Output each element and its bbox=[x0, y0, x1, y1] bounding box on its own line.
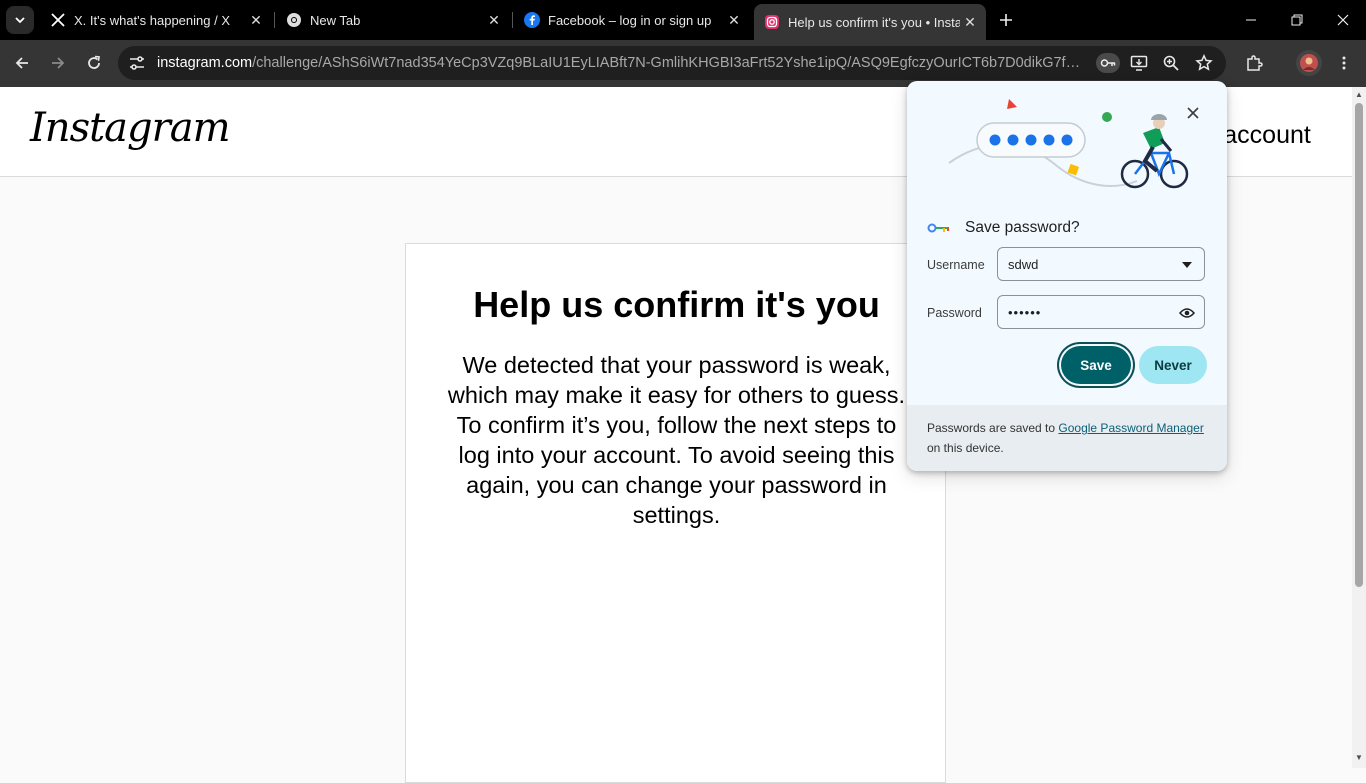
browser-menu-button[interactable] bbox=[1330, 49, 1358, 77]
facebook-icon bbox=[524, 12, 540, 28]
url-path: /challenge/AShS6iWt7nad354YeCp3VZq9BLaIU… bbox=[252, 55, 1087, 71]
scroll-up-icon[interactable]: ▲ bbox=[1354, 90, 1364, 100]
instagram-icon bbox=[764, 14, 780, 30]
puzzle-icon bbox=[1247, 55, 1263, 71]
chrome-icon bbox=[286, 12, 302, 28]
challenge-card: Help us confirm it's you We detected tha… bbox=[405, 243, 946, 783]
tab-search-button[interactable] bbox=[6, 6, 34, 34]
close-icon bbox=[1187, 107, 1199, 119]
bookmark-star-icon[interactable] bbox=[1195, 53, 1213, 77]
tab-facebook[interactable]: Facebook – log in or sign up ✕ bbox=[514, 4, 750, 36]
extensions-button[interactable] bbox=[1240, 49, 1268, 77]
close-window-button[interactable] bbox=[1320, 0, 1366, 40]
page-scrollbar[interactable]: ▲ ▼ bbox=[1352, 87, 1366, 768]
cyclist-illustration bbox=[948, 99, 1189, 189]
close-icon bbox=[1337, 14, 1349, 26]
username-field[interactable]: sdwd bbox=[997, 247, 1205, 281]
reload-icon bbox=[88, 55, 100, 69]
browser-toolbar: instagram.com/challenge/AShS6iWt7nad354Y… bbox=[0, 40, 1366, 87]
tab-close-icon[interactable]: ✕ bbox=[960, 12, 980, 32]
password-value: •••••• bbox=[1008, 305, 1042, 320]
address-bar[interactable]: instagram.com/challenge/AShS6iWt7nad354Y… bbox=[118, 46, 1226, 80]
dropdown-arrow-icon[interactable] bbox=[1178, 256, 1196, 274]
instagram-logo[interactable]: Instagram bbox=[30, 105, 231, 151]
dialog-close-button[interactable] bbox=[1181, 101, 1205, 125]
google-key-icon bbox=[927, 223, 949, 233]
tab-title: Help us confirm it's you • Instagram bbox=[788, 14, 960, 30]
url-text[interactable]: instagram.com/challenge/AShS6iWt7nad354Y… bbox=[157, 55, 1087, 71]
tab-strip: X. It's what's happening / X ✕ New Tab ✕… bbox=[0, 0, 1366, 40]
dialog-title: Save password? bbox=[965, 219, 1080, 236]
save-password-dialog: Save password? Username sdwd Password ••… bbox=[907, 81, 1227, 471]
page-title: Help us confirm it's you bbox=[473, 284, 880, 325]
tab-x[interactable]: X. It's what's happening / X ✕ bbox=[40, 4, 272, 36]
save-button[interactable]: Save bbox=[1061, 346, 1131, 384]
password-field[interactable]: •••••• bbox=[997, 295, 1205, 329]
challenge-description: We detected that your password is weak, … bbox=[447, 352, 906, 528]
tab-new-tab[interactable]: New Tab ✕ bbox=[276, 4, 510, 36]
google-password-manager-link[interactable]: Google Password Manager bbox=[1058, 421, 1203, 435]
reload-button[interactable] bbox=[80, 49, 108, 77]
minimize-icon bbox=[1246, 19, 1256, 21]
new-tab-button[interactable] bbox=[994, 8, 1018, 32]
tab-divider bbox=[512, 12, 513, 28]
tab-close-icon[interactable]: ✕ bbox=[246, 10, 266, 30]
install-app-icon[interactable] bbox=[1130, 54, 1148, 77]
avatar-icon bbox=[1300, 54, 1318, 72]
dialog-footer: Passwords are saved to Google Password M… bbox=[907, 405, 1227, 471]
profile-avatar[interactable] bbox=[1296, 50, 1322, 76]
password-key-icon[interactable] bbox=[1096, 53, 1120, 73]
zoom-icon[interactable] bbox=[1162, 54, 1180, 77]
username-label: Username bbox=[927, 258, 985, 272]
back-button[interactable] bbox=[8, 49, 36, 77]
never-button[interactable]: Never bbox=[1139, 346, 1207, 384]
tab-divider bbox=[274, 12, 275, 28]
x-logo-icon bbox=[50, 12, 66, 28]
restore-icon bbox=[1291, 14, 1303, 26]
site-info-icon[interactable] bbox=[128, 54, 146, 77]
chevron-down-icon bbox=[15, 17, 25, 24]
forward-button[interactable] bbox=[44, 49, 72, 77]
url-host: instagram.com bbox=[157, 55, 253, 71]
tab-instagram[interactable]: Help us confirm it's you • Instagram ✕ bbox=[754, 4, 986, 40]
restore-button[interactable] bbox=[1274, 0, 1320, 40]
scroll-thumb[interactable] bbox=[1355, 103, 1363, 587]
dialog-title-row: Save password? bbox=[927, 217, 1080, 239]
tab-close-icon[interactable]: ✕ bbox=[724, 10, 744, 30]
footer-suffix: on this device. bbox=[927, 441, 1004, 455]
tab-title: New Tab bbox=[310, 12, 361, 28]
minimize-button[interactable] bbox=[1228, 0, 1274, 40]
tab-close-icon[interactable]: ✕ bbox=[484, 10, 504, 30]
tab-title: Facebook – log in or sign up bbox=[548, 12, 712, 28]
show-password-eye-icon[interactable] bbox=[1178, 304, 1196, 322]
plus-icon bbox=[1000, 14, 1012, 26]
scroll-down-icon[interactable]: ▼ bbox=[1354, 753, 1364, 763]
footer-prefix: Passwords are saved to bbox=[927, 421, 1059, 435]
arrow-left-icon bbox=[15, 57, 28, 69]
more-vertical-icon bbox=[1342, 56, 1346, 70]
username-value: sdwd bbox=[1008, 257, 1039, 272]
arrow-right-icon bbox=[52, 57, 65, 69]
tab-title: X. It's what's happening / X bbox=[74, 12, 230, 28]
footer-text: Passwords are saved to Google Password M… bbox=[927, 418, 1217, 458]
password-label: Password bbox=[927, 306, 982, 320]
